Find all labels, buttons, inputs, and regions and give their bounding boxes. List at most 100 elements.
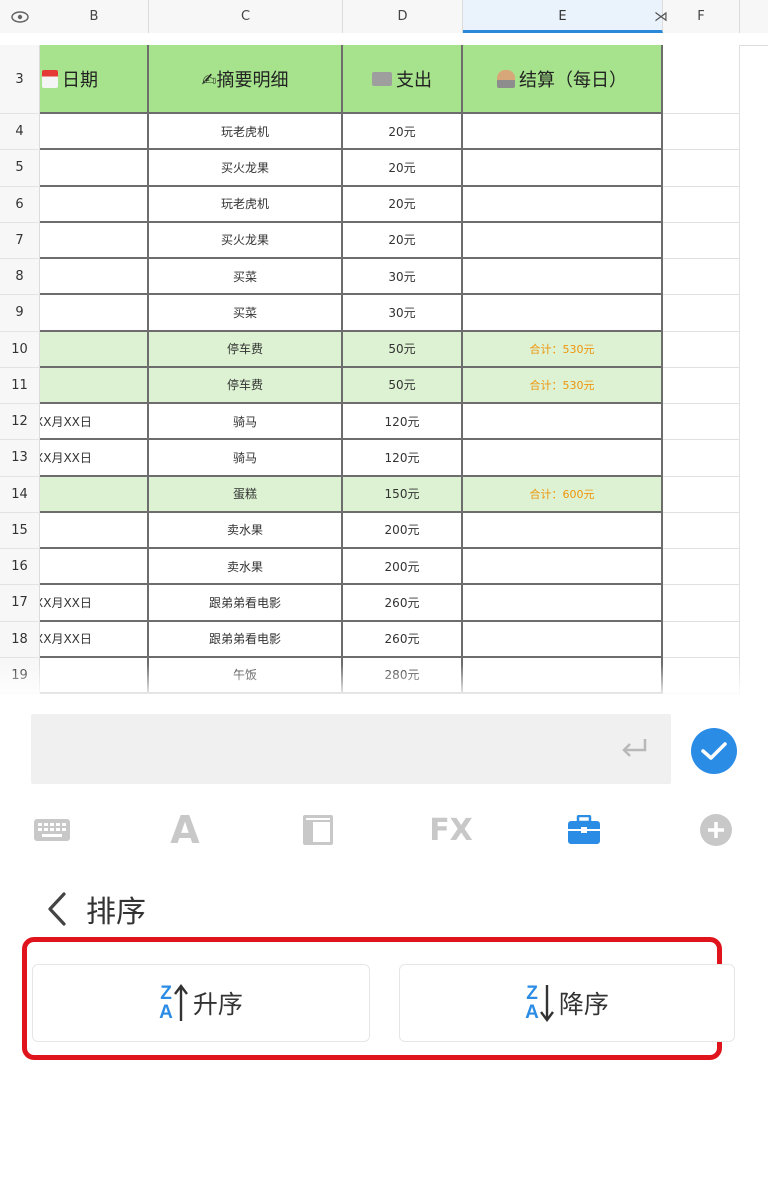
cell-detail[interactable]: 跟弟弟看电影 <box>149 585 343 622</box>
cell-settle[interactable] <box>463 585 663 622</box>
cell-input-field[interactable] <box>31 714 671 784</box>
row-number[interactable]: 11 <box>0 367 40 404</box>
cell-f[interactable] <box>663 150 740 187</box>
cell-date[interactable]: 日期 <box>40 45 149 114</box>
cell-expense[interactable]: 200元 <box>343 549 463 586</box>
cell-f[interactable] <box>663 404 740 441</box>
cell-date[interactable]: XX月XX日 <box>40 440 149 477</box>
confirm-button[interactable] <box>691 728 737 774</box>
cell-expense[interactable]: 20元 <box>343 186 463 223</box>
cell-f[interactable] <box>663 476 740 513</box>
cell-settle[interactable]: 合计：530元 <box>463 367 663 404</box>
row-number[interactable]: 12 <box>0 404 40 441</box>
cell-expense[interactable]: 200元 <box>343 512 463 549</box>
cell-detail[interactable]: 买菜 <box>149 259 343 296</box>
cell-expense[interactable]: 120元 <box>343 404 463 441</box>
cell-expense[interactable]: 280元 <box>343 657 463 694</box>
cell-f[interactable] <box>663 367 740 404</box>
cell-settle[interactable]: 结算（每日） <box>463 45 663 114</box>
cell-f[interactable] <box>663 295 740 332</box>
row-number[interactable]: 19 <box>0 657 40 694</box>
cell-detail[interactable]: 卖水果 <box>149 549 343 586</box>
cell-date[interactable] <box>40 259 149 296</box>
row-number[interactable]: 18 <box>0 621 40 658</box>
cell-expense[interactable]: 50元 <box>343 331 463 368</box>
cell-date[interactable] <box>40 476 149 513</box>
cell-expense[interactable]: 支出 <box>343 45 463 114</box>
cell-detail[interactable]: 骑马 <box>149 440 343 477</box>
cell-date[interactable] <box>40 512 149 549</box>
column-header-e[interactable]: E <box>463 0 663 33</box>
cell-expense[interactable]: 260元 <box>343 585 463 622</box>
cell-settle[interactable] <box>463 657 663 694</box>
return-icon[interactable] <box>619 736 649 762</box>
cell-date[interactable] <box>40 367 149 404</box>
font-icon[interactable]: A <box>155 800 215 860</box>
row-number[interactable]: 6 <box>0 186 40 223</box>
row-number[interactable]: 7 <box>0 222 40 259</box>
row-number[interactable]: 9 <box>0 295 40 332</box>
toolbox-icon[interactable] <box>554 800 614 860</box>
cell-settle[interactable] <box>463 621 663 658</box>
cell-settle[interactable] <box>463 404 663 441</box>
cell-detail[interactable]: 买火龙果 <box>149 222 343 259</box>
cell-detail[interactable]: ✍摘要明细 <box>149 45 343 114</box>
cell-expense[interactable]: 20元 <box>343 114 463 151</box>
column-resize-handle-icon[interactable]: ⋊ <box>652 8 670 26</box>
cell-settle[interactable] <box>463 259 663 296</box>
row-number[interactable]: 5 <box>0 150 40 187</box>
row-number[interactable]: 16 <box>0 549 40 586</box>
sort-ascending-button[interactable]: Z A 升序 <box>32 964 370 1042</box>
cell-settle[interactable] <box>463 512 663 549</box>
cell-f[interactable] <box>663 657 740 694</box>
row-number[interactable]: 13 <box>0 440 40 477</box>
cell-settle[interactable] <box>463 295 663 332</box>
cell-detail[interactable]: 跟弟弟看电影 <box>149 621 343 658</box>
cell-settle[interactable] <box>463 222 663 259</box>
cell-detail[interactable]: 买火龙果 <box>149 150 343 187</box>
cell-f[interactable] <box>663 259 740 296</box>
cell-expense[interactable]: 150元 <box>343 476 463 513</box>
cell-f[interactable] <box>663 621 740 658</box>
back-chevron-icon[interactable] <box>40 889 74 929</box>
cell-settle[interactable]: 合计：530元 <box>463 331 663 368</box>
column-header-d[interactable]: D <box>343 0 463 33</box>
cell-f[interactable] <box>663 45 740 114</box>
row-number[interactable]: 4 <box>0 114 40 151</box>
cell-detail[interactable]: 停车费 <box>149 331 343 368</box>
row-number[interactable]: 10 <box>0 331 40 368</box>
cell-f[interactable] <box>663 186 740 223</box>
cell-f[interactable] <box>663 222 740 259</box>
cell-detail[interactable]: 玩老虎机 <box>149 186 343 223</box>
cell-f[interactable] <box>663 440 740 477</box>
cell-settle[interactable] <box>463 549 663 586</box>
formula-icon[interactable]: FX <box>421 800 481 860</box>
column-header-b[interactable]: B <box>40 0 149 33</box>
row-number[interactable]: 17 <box>0 585 40 622</box>
row-number[interactable]: 15 <box>0 512 40 549</box>
cell-expense[interactable]: 260元 <box>343 621 463 658</box>
sort-descending-button[interactable]: Z A 降序 <box>399 964 735 1042</box>
cell-f[interactable] <box>663 512 740 549</box>
cell-f[interactable] <box>663 331 740 368</box>
cell-date[interactable]: XX月XX日 <box>40 585 149 622</box>
cell-date[interactable] <box>40 222 149 259</box>
cell-detail[interactable]: 骑马 <box>149 404 343 441</box>
cell-expense[interactable]: 20元 <box>343 222 463 259</box>
column-header-f[interactable]: F <box>663 0 740 33</box>
cell-f[interactable] <box>663 114 740 151</box>
cell-settle[interactable]: 合计：600元 <box>463 476 663 513</box>
cell-expense[interactable]: 30元 <box>343 259 463 296</box>
cell-detail[interactable]: 卖水果 <box>149 512 343 549</box>
cell-expense[interactable]: 50元 <box>343 367 463 404</box>
cell-settle[interactable] <box>463 186 663 223</box>
cell-date[interactable] <box>40 295 149 332</box>
cell-date[interactable] <box>40 150 149 187</box>
cell-detail[interactable]: 午饭 <box>149 657 343 694</box>
cell-detail[interactable]: 买菜 <box>149 295 343 332</box>
cell-expense[interactable]: 120元 <box>343 440 463 477</box>
cell-date[interactable] <box>40 186 149 223</box>
cell-date[interactable] <box>40 331 149 368</box>
keyboard-icon[interactable] <box>22 800 82 860</box>
cell-detail[interactable]: 蛋糕 <box>149 476 343 513</box>
